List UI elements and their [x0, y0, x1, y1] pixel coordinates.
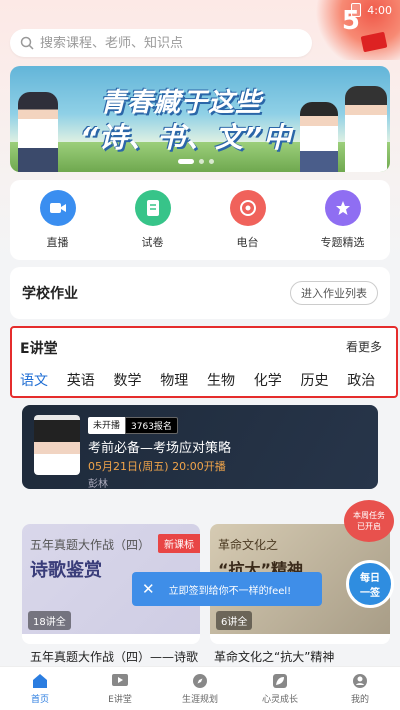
- search-bar[interactable]: [10, 29, 312, 57]
- quick-item-radio[interactable]: 电台: [208, 190, 288, 250]
- tab-chinese[interactable]: 语文: [20, 370, 67, 390]
- homework-list-button[interactable]: 进入作业列表: [290, 281, 378, 305]
- banner-title: 青春藏于这些: [100, 88, 263, 118]
- quick-menu: 直播 试卷 电台 专题精选: [10, 180, 390, 260]
- school-homework-section: 学校作业 进入作业列表: [10, 267, 390, 319]
- tab-biology[interactable]: 生物: [207, 370, 254, 390]
- leaf-icon: [273, 673, 287, 688]
- tab-english[interactable]: 英语: [67, 370, 114, 390]
- banner-figure: [300, 102, 338, 172]
- subject-tabs: 语文 英语 数学 物理 生物 化学 历史 政治: [20, 370, 394, 390]
- live-course-title: 考前必备—考场应对策略: [88, 441, 232, 456]
- bottom-navigation: 首页 E讲堂 生涯规划 心灵成长 我的: [0, 666, 400, 710]
- search-icon: [20, 36, 34, 50]
- quick-item-featured[interactable]: 专题精选: [303, 190, 383, 250]
- home-icon: [33, 673, 47, 688]
- nav-growth[interactable]: 心灵成长: [242, 673, 318, 705]
- teacher-avatar: [34, 415, 80, 475]
- banner-carousel[interactable]: 青春藏于这些 “诗、书、文”中: [10, 66, 390, 172]
- section-title: E讲堂: [20, 341, 58, 357]
- course-title: 五年真题大作战（四）——诗歌: [30, 650, 199, 664]
- banner-figure: [18, 92, 58, 172]
- quick-item-live[interactable]: 直播: [18, 190, 98, 250]
- new-curriculum-tag: 新课标: [158, 534, 200, 553]
- app-screen: 5 4:00 青春藏于这些 “诗、书、文”中 直播: [0, 0, 400, 710]
- compass-icon: [193, 673, 207, 688]
- nav-career[interactable]: 生涯规划: [162, 673, 238, 705]
- tab-math[interactable]: 数学: [114, 370, 161, 390]
- lecture-count: 18讲全: [28, 611, 71, 630]
- close-icon[interactable]: ✕: [142, 580, 155, 598]
- quick-item-exam[interactable]: 试卷: [113, 190, 193, 250]
- daily-checkin-button[interactable]: 每日 一签: [346, 560, 394, 608]
- nav-home[interactable]: 首页: [2, 673, 78, 705]
- lecture-count: 6讲全: [216, 611, 253, 630]
- play-icon: [112, 673, 128, 686]
- banner-figure: [345, 86, 387, 172]
- live-course-time: 05月21日(周五) 20:00开播: [88, 460, 226, 473]
- banner-subtitle: “诗、书、文”中: [80, 121, 293, 154]
- status-time: 4:00: [367, 3, 392, 17]
- user-icon: [353, 673, 367, 688]
- course-title: 革命文化之“抗大”精神: [214, 650, 335, 664]
- star-badge-icon: [324, 190, 361, 226]
- see-more-link[interactable]: 看更多: [346, 338, 382, 355]
- nav-electure[interactable]: E讲堂: [82, 673, 158, 705]
- checkin-toast[interactable]: ✕ 立即签到给你不一样的feel!: [132, 572, 322, 606]
- search-input[interactable]: [40, 35, 290, 51]
- tab-physics[interactable]: 物理: [160, 370, 207, 390]
- video-icon: [39, 190, 76, 226]
- nav-profile[interactable]: 我的: [322, 673, 398, 705]
- live-course-card[interactable]: 未开播 3763报名 考前必备—考场应对策略 05月21日(周五) 20:00开…: [22, 405, 378, 489]
- tab-chemistry[interactable]: 化学: [254, 370, 301, 390]
- section-title: 学校作业: [22, 286, 78, 302]
- live-status-badge: 未开播 3763报名: [88, 417, 178, 434]
- radio-icon: [229, 190, 266, 226]
- teacher-name: 彭林: [88, 479, 108, 489]
- tab-politics[interactable]: 政治: [347, 370, 394, 390]
- status-bar: 4:00: [351, 3, 392, 17]
- weekly-task-float[interactable]: 本周任务 已开启: [344, 500, 394, 542]
- tab-history[interactable]: 历史: [301, 370, 348, 390]
- e-lecture-section: E讲堂 看更多 语文 英语 数学 物理 生物 化学 历史 政治: [10, 326, 398, 398]
- toast-text: 立即签到给你不一样的feel!: [168, 585, 292, 597]
- carousel-indicator: [178, 159, 214, 164]
- battery-icon: [351, 3, 362, 17]
- exam-paper-icon: [134, 190, 171, 226]
